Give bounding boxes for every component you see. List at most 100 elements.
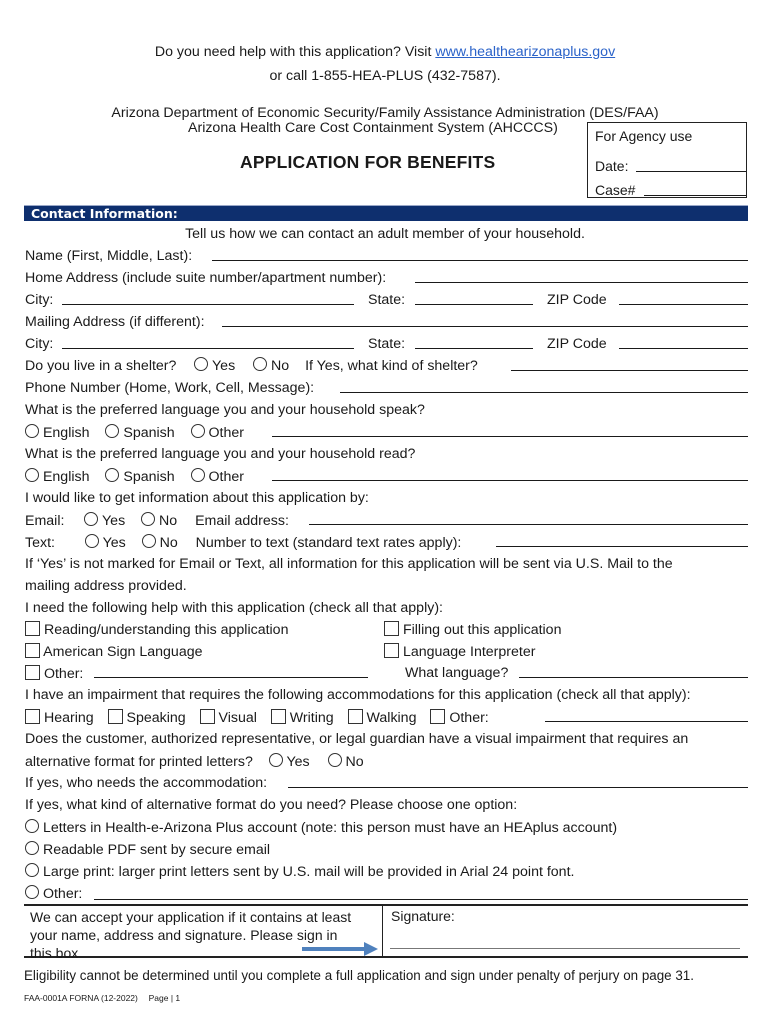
- impair-other-field[interactable]: [545, 721, 748, 722]
- read-other-field[interactable]: [272, 480, 748, 481]
- visual-yes-radio[interactable]: [268, 753, 283, 767]
- speak-spanish-radio[interactable]: [105, 424, 120, 438]
- shelter-yes-label: Yes: [212, 358, 236, 374]
- text-pref-label: Text:: [25, 535, 55, 551]
- format-heaplus-radio[interactable]: [25, 819, 39, 833]
- format-large-print-label: Large print: larger print letters sent b…: [42, 864, 575, 880]
- speak-other-label: Other: [208, 425, 244, 441]
- help-interpreter-label: Language Interpreter: [402, 644, 536, 660]
- agency-case-label: Case#: [595, 182, 636, 198]
- website-link[interactable]: www.healthearizonaplus.gov: [435, 44, 615, 60]
- signature-field[interactable]: [390, 948, 740, 949]
- state2-field[interactable]: [415, 348, 533, 349]
- impair-visual-checkbox[interactable]: [199, 709, 215, 724]
- speak-english-label: English: [42, 425, 90, 441]
- help-other-field[interactable]: [94, 677, 368, 678]
- state-label: State:: [368, 292, 406, 308]
- visual-question-line-2: alternative format for printed letters? …: [25, 753, 364, 770]
- email-yes-label: Yes: [102, 513, 126, 529]
- city-field[interactable]: [62, 304, 354, 305]
- format-pdf-label: Readable PDF sent by secure email: [42, 842, 271, 858]
- arrow-right-icon: [302, 942, 378, 956]
- impair-hearing-checkbox[interactable]: [25, 709, 40, 724]
- impair-writing-checkbox[interactable]: [270, 709, 286, 724]
- mailing-address-field[interactable]: [222, 326, 748, 327]
- speak-other-radio[interactable]: [190, 424, 205, 438]
- format-option-pdf: Readable PDF sent by secure email: [25, 841, 270, 858]
- impair-other-label: Other:: [449, 710, 489, 726]
- speak-spanish-label: Spanish: [123, 425, 175, 441]
- format-pdf-radio[interactable]: [25, 841, 39, 855]
- home-address-field[interactable]: [415, 282, 748, 283]
- email-pref-label: Email:: [25, 513, 65, 529]
- email-yes-radio[interactable]: [84, 512, 99, 526]
- name-field[interactable]: [212, 260, 748, 261]
- agency-case-field[interactable]: [644, 195, 746, 196]
- agency-box-heading: For Agency use: [595, 128, 693, 144]
- shelter-row: Do you live in a shelter? Yes No If Yes,…: [25, 357, 478, 374]
- text-yes-label: Yes: [102, 535, 126, 551]
- help-filling-checkbox[interactable]: [384, 621, 399, 636]
- shelter-yes-radio[interactable]: [194, 357, 209, 371]
- read-spanish-radio[interactable]: [105, 468, 120, 482]
- home-address-label: Home Address (include suite number/apart…: [25, 270, 387, 286]
- impairment-question: I have an impairment that requires the f…: [25, 687, 691, 703]
- speak-other-field[interactable]: [272, 436, 748, 437]
- help-line-2: or call 1-855-HEA-PLUS (432-7587).: [269, 68, 501, 84]
- eligibility-note: Eligibility cannot be determined until y…: [24, 968, 694, 983]
- impair-speaking-checkbox[interactable]: [107, 709, 123, 724]
- shelter-kind-label: If Yes, what kind of shelter?: [305, 358, 478, 374]
- text-no-radio[interactable]: [141, 534, 156, 548]
- read-english-label: English: [42, 469, 90, 485]
- format-large-print-radio[interactable]: [25, 863, 39, 877]
- zip2-field[interactable]: [619, 348, 748, 349]
- impair-other-checkbox[interactable]: [430, 709, 446, 724]
- text-number-field[interactable]: [496, 546, 748, 547]
- section-intro: Tell us how we can contact an adult memb…: [185, 226, 585, 242]
- help-other-checkbox[interactable]: [25, 665, 40, 680]
- read-other-radio[interactable]: [190, 468, 205, 482]
- read-english-radio[interactable]: [25, 468, 39, 482]
- zip-field[interactable]: [619, 304, 748, 305]
- what-language-field[interactable]: [519, 677, 748, 678]
- agency-date-field[interactable]: [636, 171, 746, 172]
- text-pref-row: Text: Yes No Number to text (standard te…: [25, 534, 461, 551]
- shelter-no-radio[interactable]: [253, 357, 268, 371]
- speak-english-radio[interactable]: [25, 424, 39, 438]
- agency-line-2: Arizona Health Care Cost Containment Sys…: [188, 120, 558, 136]
- who-needs-field[interactable]: [288, 787, 748, 788]
- language-speak-options: English Spanish Other: [25, 424, 244, 441]
- phone-field[interactable]: [340, 392, 748, 393]
- state-field[interactable]: [415, 304, 533, 305]
- visual-question-text: alternative format for printed letters?: [25, 754, 253, 770]
- text-yes-radio[interactable]: [84, 534, 99, 548]
- shelter-kind-field[interactable]: [511, 370, 748, 371]
- mail-note-line-2: mailing address provided.: [25, 578, 187, 594]
- language-read-question: What is the preferred language you and y…: [25, 446, 416, 462]
- format-other-radio[interactable]: [25, 885, 39, 899]
- help-text: Do you need help with this application? …: [154, 44, 436, 60]
- email-address-field[interactable]: [309, 524, 748, 525]
- help-line-1: Do you need help with this application? …: [0, 44, 770, 60]
- page-title: APPLICATION FOR BENEFITS: [240, 152, 496, 172]
- help-reading-checkbox[interactable]: [25, 621, 40, 636]
- name-label: Name (First, Middle, Last):: [25, 248, 193, 264]
- visual-no-label: No: [345, 754, 364, 770]
- language-read-options: English Spanish Other: [25, 468, 244, 485]
- impair-walking-checkbox[interactable]: [347, 709, 363, 724]
- impair-speaking-label: Speaking: [126, 710, 186, 726]
- visual-question-line-1: Does the customer, authorized representa…: [25, 731, 689, 747]
- city2-field[interactable]: [62, 348, 354, 349]
- help-option-interpreter: Language Interpreter: [384, 643, 535, 660]
- help-interpreter-checkbox[interactable]: [384, 643, 399, 658]
- who-needs-label: If yes, who needs the accommodation:: [25, 775, 268, 791]
- email-no-radio[interactable]: [141, 512, 156, 526]
- visual-no-radio[interactable]: [327, 753, 342, 767]
- help-asl-label: American Sign Language: [43, 644, 203, 660]
- help-option-reading: Reading/understanding this application: [25, 621, 288, 638]
- read-spanish-label: Spanish: [123, 469, 175, 485]
- help-asl-checkbox[interactable]: [25, 643, 40, 658]
- format-other-field[interactable]: [94, 899, 748, 900]
- email-pref-row: Email: Yes No Email address:: [25, 512, 289, 529]
- signature-note-line-1: We can accept your application if it con…: [30, 909, 352, 925]
